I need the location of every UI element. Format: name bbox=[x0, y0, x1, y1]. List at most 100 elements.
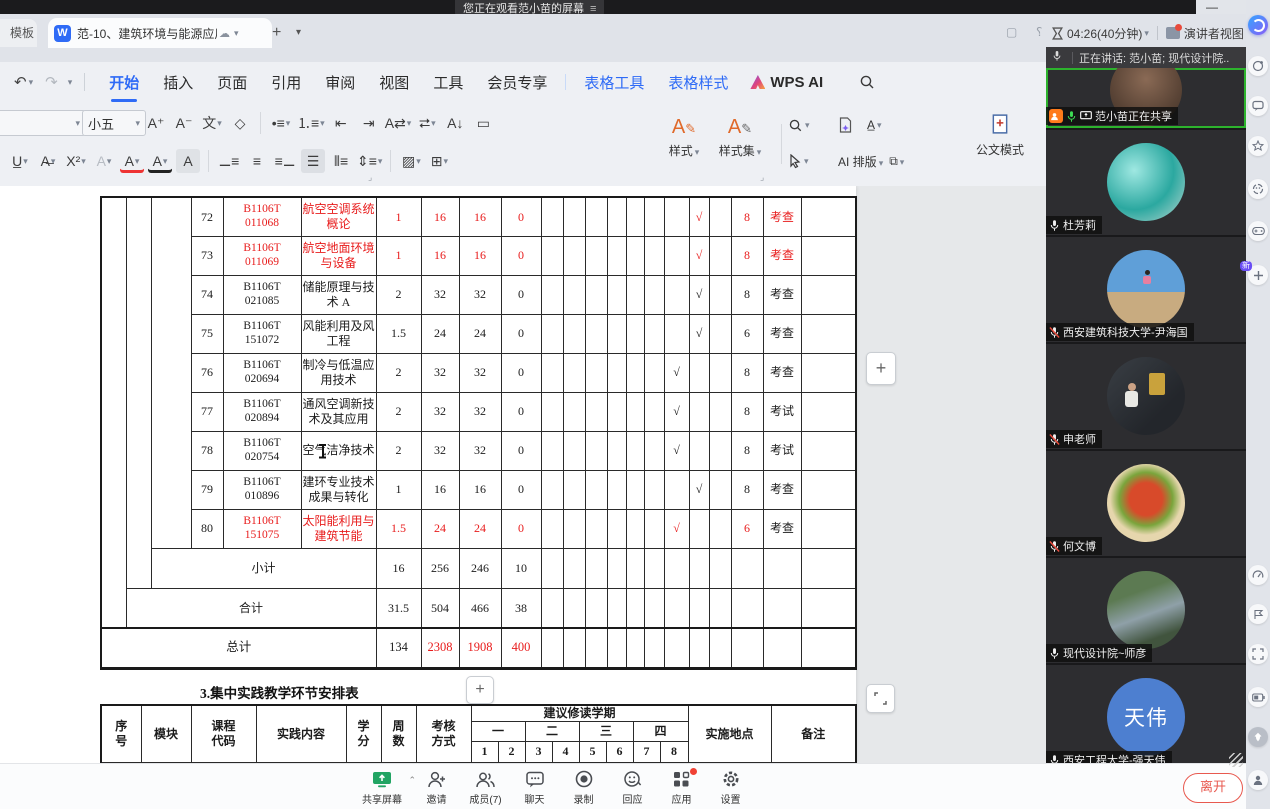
decrease-font-icon[interactable]: A⁻ bbox=[172, 111, 196, 135]
minimize-icon[interactable]: — bbox=[1206, 0, 1222, 13]
menu-tab-7[interactable]: 工具 bbox=[433, 72, 463, 93]
new-tab-button[interactable]: + bbox=[272, 24, 281, 42]
find-button[interactable]: ▾ bbox=[788, 112, 810, 138]
indent-icon[interactable]: ⇥ bbox=[357, 111, 381, 135]
toolbar-reaction-button[interactable]: 回应 bbox=[608, 767, 657, 806]
distribute-icon[interactable]: ⦀≡ bbox=[329, 149, 353, 173]
increase-font-icon[interactable]: A⁺ bbox=[144, 111, 168, 135]
font-color-icon[interactable]: A▾ bbox=[148, 149, 172, 173]
participant-tile-4[interactable]: 申老师 bbox=[1046, 342, 1246, 451]
bullet-list-icon[interactable]: •≡▾ bbox=[269, 111, 293, 135]
underline-icon[interactable]: U̲▾ bbox=[8, 149, 32, 173]
menu-tab-6[interactable]: 视图 bbox=[379, 72, 409, 93]
toolbar-invite-button[interactable]: 邀请 bbox=[412, 767, 461, 806]
text-wrap-icon[interactable]: ⮂▾ bbox=[415, 111, 439, 135]
meeting-logo-icon[interactable] bbox=[1248, 15, 1268, 35]
menu-tab-2[interactable]: 插入 bbox=[163, 72, 193, 93]
window-help-icon[interactable]: ؟ bbox=[1036, 25, 1042, 39]
participant-tile-2[interactable]: 杜芳莉 bbox=[1046, 128, 1246, 237]
page-setup-icon[interactable]: ▭ bbox=[471, 111, 495, 135]
insert-row-button[interactable]: + bbox=[466, 676, 494, 704]
screenshot-icon[interactable] bbox=[1248, 644, 1268, 664]
effects-icon[interactable] bbox=[1248, 136, 1268, 156]
ai-typeset-icon-button[interactable]: A̲▾ bbox=[838, 112, 908, 138]
line-spacing-icon[interactable]: ⇕≡▾ bbox=[357, 149, 382, 173]
outline-font-icon[interactable]: A▾ bbox=[92, 149, 116, 173]
outdent-icon[interactable]: ⇤ bbox=[329, 111, 353, 135]
chat-bubble-icon[interactable] bbox=[1248, 96, 1268, 116]
border-icon[interactable]: ⊞▾ bbox=[427, 149, 451, 173]
window-restore-icon[interactable]: ▢ bbox=[1006, 25, 1017, 39]
menu-tab-5[interactable]: 审阅 bbox=[325, 72, 355, 93]
pin-icon[interactable] bbox=[1248, 727, 1268, 747]
redo-icon[interactable]: ↷ bbox=[45, 73, 58, 91]
beauty-icon[interactable] bbox=[1248, 56, 1268, 76]
tab-list-caret-icon[interactable]: ▾ bbox=[296, 27, 301, 38]
wps-ai-button[interactable]: WPS AI bbox=[750, 74, 823, 91]
strikethrough-icon[interactable]: A̶▾ bbox=[36, 149, 60, 173]
menu-tab-4[interactable]: 引用 bbox=[271, 72, 301, 93]
avatar bbox=[1107, 571, 1185, 649]
tab-templates[interactable]: 模板 bbox=[0, 19, 37, 47]
table-expand-button[interactable] bbox=[866, 684, 895, 713]
justify-icon[interactable]: ☰ bbox=[301, 149, 325, 173]
toolbar-chat-button[interactable]: 聊天 bbox=[510, 767, 559, 806]
menu-tab-1[interactable]: 开始 bbox=[109, 72, 139, 93]
align-center-icon[interactable]: ≡ bbox=[245, 149, 269, 173]
menu-tab-8[interactable]: 会员专享 bbox=[487, 72, 547, 93]
shading-icon[interactable]: ▨▾ bbox=[399, 149, 423, 173]
battery-icon[interactable] bbox=[1248, 687, 1268, 707]
practice-table[interactable]: 序号模块课程代码实践内容学分周数考核方式建议修读学期实施地点备注一二三四1234… bbox=[100, 704, 857, 763]
text-effects-icon[interactable]: 文▾ bbox=[200, 111, 224, 135]
toolbar-apps-button[interactable]: 应用 bbox=[657, 767, 706, 806]
undo-icon[interactable]: ↶ bbox=[14, 73, 27, 91]
toolbar-settings-button[interactable]: 设置 bbox=[706, 767, 755, 806]
speed-icon[interactable] bbox=[1248, 565, 1268, 585]
participant-tile-3[interactable]: 西安建筑科技大学-尹海国 bbox=[1046, 235, 1246, 344]
sort-icon[interactable]: A↓ bbox=[443, 111, 467, 135]
document-tab[interactable]: W 范-10、建筑环境与能源应用… ☁ ▾ bbox=[48, 18, 272, 48]
sticker-icon[interactable] bbox=[1248, 179, 1268, 199]
context-tab-1[interactable]: 表格工具 bbox=[584, 72, 644, 93]
toolbar-screen-share-button[interactable]: ⌃共享屏幕 bbox=[352, 767, 412, 806]
layers-icon[interactable]: ⧉▾ bbox=[889, 154, 904, 169]
add-app-icon[interactable]: 新 bbox=[1248, 265, 1268, 285]
char-shading-icon[interactable]: A bbox=[176, 149, 200, 173]
search-icon[interactable] bbox=[859, 74, 875, 90]
align-right-icon[interactable]: ≡⚊ bbox=[273, 149, 297, 173]
toolbar-record-button[interactable]: 录制 bbox=[559, 767, 608, 806]
view-mode-label[interactable]: 演讲者视图 bbox=[1184, 25, 1244, 42]
leave-button[interactable]: 离开 bbox=[1183, 773, 1243, 803]
profile-icon[interactable] bbox=[1248, 770, 1268, 790]
insert-column-button[interactable]: + bbox=[866, 352, 896, 385]
superscript-icon[interactable]: X²▾ bbox=[64, 149, 88, 173]
styles-button[interactable]: A✎ 样式▾ bbox=[656, 114, 712, 159]
flag-icon[interactable] bbox=[1248, 604, 1268, 624]
sidebar-resize-handle[interactable] bbox=[1229, 753, 1243, 767]
context-tab-2[interactable]: 表格样式 bbox=[668, 72, 728, 93]
menu-tab-3[interactable]: 页面 bbox=[217, 72, 247, 93]
toolbar-members-button[interactable]: 成员(7) bbox=[461, 767, 510, 806]
char-scale-icon[interactable]: A⇄▾ bbox=[385, 111, 412, 135]
participant-tile-7[interactable]: 天伟 西安工程大学-强天伟 bbox=[1046, 663, 1246, 772]
font-size-combo[interactable]: 小五▾ bbox=[82, 110, 146, 136]
styleset-button[interactable]: A✎ 样式集▾ bbox=[712, 114, 768, 159]
ai-typeset-button[interactable]: AI 排版▾ bbox=[838, 153, 883, 170]
align-left-icon[interactable]: ⚊≡ bbox=[217, 149, 241, 173]
summary-row: 合计31.550446638 bbox=[101, 588, 856, 628]
timer-caret-icon[interactable]: ▾ bbox=[1144, 28, 1149, 39]
font-name-combo[interactable]: ▾ bbox=[0, 110, 86, 136]
game-icon[interactable] bbox=[1248, 221, 1268, 241]
participant-tile-6[interactable]: 现代设计院~师彦 bbox=[1046, 556, 1246, 665]
select-button[interactable]: ▾ bbox=[788, 148, 810, 174]
curriculum-table[interactable]: 72B1106T011068航空空调系统概论116160√8考查73B1106T… bbox=[100, 196, 857, 670]
practice-table-title: 3.集中实践教学环节安排表 bbox=[200, 682, 359, 702]
chevron-down-icon[interactable]: ▾ bbox=[234, 28, 239, 39]
participant-tile-1[interactable]: 范小苗正在共享 bbox=[1046, 68, 1246, 128]
gov-doc-mode-button[interactable]: 公文模式 bbox=[968, 114, 1032, 158]
highlight-icon[interactable]: A▾ bbox=[120, 149, 144, 173]
participant-tile-5[interactable]: 何文博 bbox=[1046, 449, 1246, 558]
format-eraser-icon[interactable]: ◇ bbox=[228, 111, 252, 135]
history-caret-icon[interactable]: ▾ bbox=[68, 77, 73, 88]
number-list-icon[interactable]: ⒈≡▾ bbox=[297, 111, 325, 135]
